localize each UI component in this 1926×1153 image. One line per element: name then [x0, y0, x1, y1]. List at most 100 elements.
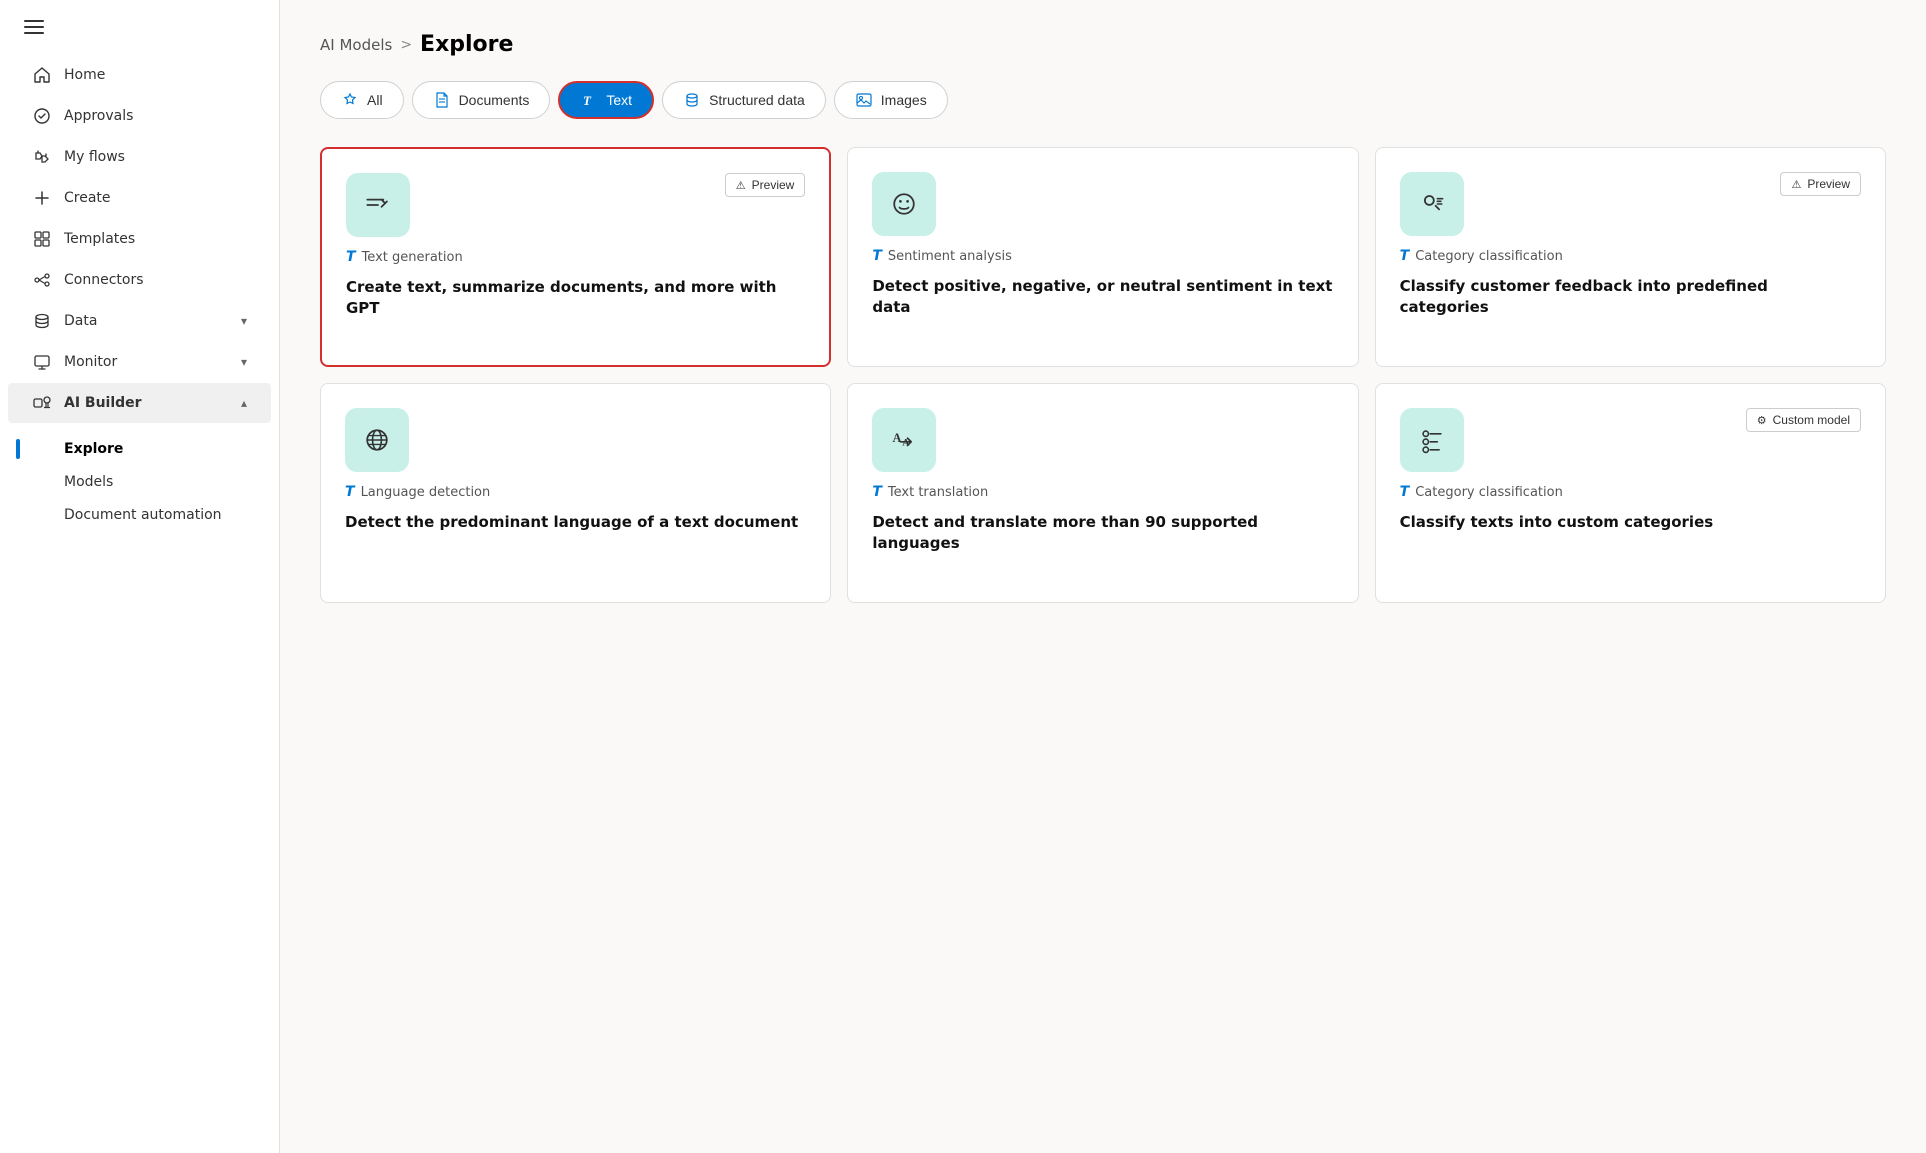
filter-tab-all[interactable]: All — [320, 81, 404, 119]
card-language-detection[interactable]: T Language detection Detect the predomin… — [320, 383, 831, 603]
sidebar-subitem-models[interactable]: Models — [8, 466, 271, 498]
sidebar-item-create-label: Create — [64, 190, 247, 206]
tab-all-label: All — [367, 92, 383, 108]
document-icon — [433, 91, 451, 109]
breadcrumb-separator: > — [400, 37, 412, 53]
card-top-row-4 — [345, 408, 806, 472]
svg-text:A: A — [893, 431, 902, 445]
card-type-label-4: Language detection — [361, 485, 491, 500]
tab-text-label: Text — [606, 92, 632, 108]
connectors-icon — [32, 270, 52, 290]
card-title-cat-class: Classify customer feedback into predefin… — [1400, 276, 1861, 318]
star-icon — [341, 91, 359, 109]
text-type-icon-3: T — [1400, 248, 1410, 264]
sidebar-item-monitor-label: Monitor — [64, 354, 229, 370]
card-type-label-5: Text translation — [888, 485, 988, 500]
text-type-icon-4: T — [345, 484, 355, 500]
create-icon — [32, 188, 52, 208]
text-type-icon: T — [346, 249, 356, 265]
card-icon-box-6 — [1400, 408, 1464, 472]
card-icon-box-2 — [872, 172, 936, 236]
card-type-row: T Text generation — [346, 249, 805, 265]
tab-documents-label: Documents — [459, 92, 530, 108]
card-type-row-4: T Language detection — [345, 484, 806, 500]
card-sentiment-analysis[interactable]: T Sentiment analysis Detect positive, ne… — [847, 147, 1358, 367]
card-text-translation[interactable]: A A T Text translation Detect and transl… — [847, 383, 1358, 603]
sidebar-subitem-document-automation[interactable]: Document automation — [8, 499, 271, 531]
sidebar-item-templates-label: Templates — [64, 231, 247, 247]
monitor-icon — [32, 352, 52, 372]
sidebar-nav: Home Approvals — [0, 46, 279, 532]
card-title-custom-cat: Classify texts into custom categories — [1400, 512, 1861, 533]
breadcrumb-current: Explore — [420, 32, 513, 57]
sidebar-item-approvals[interactable]: Approvals — [8, 96, 271, 136]
sidebar: Home Approvals — [0, 0, 280, 1153]
ai-builder-icon — [32, 393, 52, 413]
card-type-row-6: T Category classification — [1400, 484, 1861, 500]
card-top-row-2 — [872, 172, 1333, 236]
card-type-label-2: Sentiment analysis — [888, 249, 1012, 264]
card-custom-category[interactable]: ⚙ Custom model T Category classification… — [1375, 383, 1886, 603]
card-type-label: Text generation — [362, 250, 463, 265]
templates-icon — [32, 229, 52, 249]
tab-images-label: Images — [881, 92, 927, 108]
card-top-row-5: A A — [872, 408, 1333, 472]
filter-tab-structured-data[interactable]: Structured data — [662, 81, 826, 119]
card-type-label-3: Category classification — [1415, 249, 1563, 264]
sidebar-item-create[interactable]: Create — [8, 178, 271, 218]
sidebar-item-approvals-label: Approvals — [64, 108, 247, 124]
text-type-icon-2: T — [872, 248, 882, 264]
preview-label-3: Preview — [1807, 177, 1850, 191]
preview-badge-text-gen[interactable]: ⚠ Preview — [725, 173, 806, 197]
sidebar-item-connectors[interactable]: Connectors — [8, 260, 271, 300]
card-type-row-3: T Category classification — [1400, 248, 1861, 264]
card-icon-box-4 — [345, 408, 409, 472]
home-icon — [32, 65, 52, 85]
card-top-row-3: ⚠ Preview — [1400, 172, 1861, 236]
preview-badge-cat-class[interactable]: ⚠ Preview — [1780, 172, 1861, 196]
sidebar-item-data[interactable]: Data ▾ — [8, 301, 271, 341]
card-top-row: ⚠ Preview — [346, 173, 805, 237]
card-top-row-6: ⚙ Custom model — [1400, 408, 1861, 472]
database-icon — [683, 91, 701, 109]
card-title-text-translate: Detect and translate more than 90 suppor… — [872, 512, 1333, 554]
tab-structured-data-label: Structured data — [709, 92, 805, 108]
sidebar-item-home[interactable]: Home — [8, 55, 271, 95]
card-title-lang-detect: Detect the predominant language of a tex… — [345, 512, 806, 533]
flows-icon — [32, 147, 52, 167]
breadcrumb: AI Models > Explore — [320, 32, 1886, 57]
card-type-label-6: Category classification — [1415, 485, 1563, 500]
text-type-icon-6: T — [1400, 484, 1410, 500]
sidebar-item-connectors-label: Connectors — [64, 272, 247, 288]
sidebar-item-my-flows[interactable]: My flows — [8, 137, 271, 177]
sidebar-item-ai-builder[interactable]: AI Builder ▴ — [8, 383, 271, 423]
sidebar-item-templates[interactable]: Templates — [8, 219, 271, 259]
card-icon-box — [346, 173, 410, 237]
card-category-classification[interactable]: ⚠ Preview T Category classification Clas… — [1375, 147, 1886, 367]
preview-icon-3: ⚠ — [1791, 178, 1801, 191]
filter-tab-documents[interactable]: Documents — [412, 81, 551, 119]
hamburger-button[interactable] — [20, 16, 48, 38]
custom-model-label: Custom model — [1773, 413, 1850, 427]
card-text-generation[interactable]: ⚠ Preview T Text generation Create text,… — [320, 147, 831, 367]
svg-text:T: T — [583, 93, 592, 108]
sidebar-top — [0, 0, 279, 46]
text-type-icon-5: T — [872, 484, 882, 500]
card-type-row-5: T Text translation — [872, 484, 1333, 500]
approvals-icon — [32, 106, 52, 126]
sidebar-item-home-label: Home — [64, 67, 247, 83]
sidebar-item-monitor[interactable]: Monitor ▾ — [8, 342, 271, 382]
sidebar-item-data-label: Data — [64, 313, 229, 329]
preview-label: Preview — [752, 178, 795, 192]
card-type-row-2: T Sentiment analysis — [872, 248, 1333, 264]
filter-tab-text[interactable]: T Text — [558, 81, 654, 119]
custom-model-badge[interactable]: ⚙ Custom model — [1746, 408, 1861, 432]
preview-icon: ⚠ — [736, 179, 746, 192]
filter-tab-images[interactable]: Images — [834, 81, 948, 119]
card-title-sentiment: Detect positive, negative, or neutral se… — [872, 276, 1333, 318]
monitor-chevron-icon: ▾ — [241, 355, 247, 369]
breadcrumb-parent: AI Models — [320, 36, 392, 54]
card-title-text-gen: Create text, summarize documents, and mo… — [346, 277, 805, 319]
image-icon — [855, 91, 873, 109]
sidebar-subitem-explore[interactable]: Explore — [8, 433, 271, 465]
